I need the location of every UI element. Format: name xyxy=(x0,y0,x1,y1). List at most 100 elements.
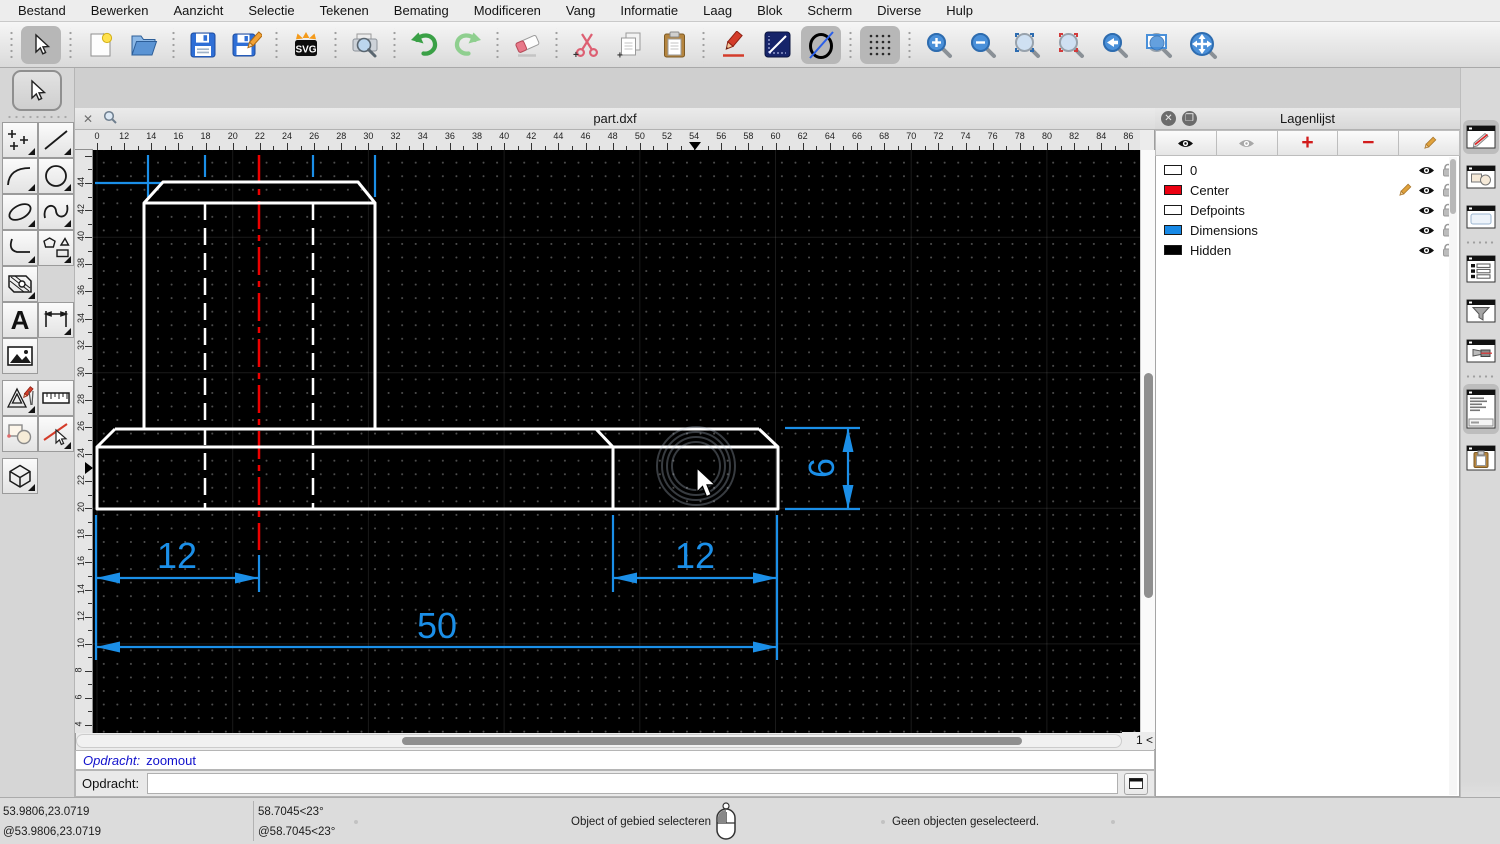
command-options-button[interactable] xyxy=(1124,772,1148,795)
ruler-label: 64 xyxy=(824,131,835,141)
edit-layer-button[interactable] xyxy=(1399,130,1460,156)
canvas-horizontal-scrollbar[interactable] xyxy=(76,734,1122,748)
order-tool-button[interactable] xyxy=(2,416,38,452)
layer-visibility-eye-icon[interactable] xyxy=(1415,185,1437,196)
zoom-window-button[interactable] xyxy=(1139,26,1179,64)
box3d-tool-button[interactable] xyxy=(2,458,38,494)
layer-color-swatch[interactable] xyxy=(1164,185,1182,195)
eraser-button[interactable] xyxy=(507,26,547,64)
layer-color-swatch[interactable] xyxy=(1164,165,1182,175)
hide-all-layers-button[interactable] xyxy=(1216,130,1278,156)
layer-list-scrollbar[interactable] xyxy=(1449,157,1457,795)
drawing-canvas[interactable]: 12 12 50 6 xyxy=(93,150,1140,733)
layer-visibility-eye-icon[interactable] xyxy=(1415,165,1437,176)
layer-row-defpoints[interactable]: Defpoints xyxy=(1156,200,1459,220)
draw-pencil-button[interactable] xyxy=(713,26,753,64)
vertical-scroll-thumb[interactable] xyxy=(1144,373,1153,598)
menu-modificeren[interactable]: Modificeren xyxy=(474,3,541,18)
command-window-toggle[interactable] xyxy=(1463,384,1499,434)
zoom-in-button[interactable] xyxy=(919,26,959,64)
zoom-out-button[interactable] xyxy=(963,26,1003,64)
paste-button[interactable] xyxy=(654,26,694,64)
layer-color-swatch[interactable] xyxy=(1164,205,1182,215)
toolbar-drag-handle[interactable] xyxy=(8,27,15,62)
polygon-tool-button[interactable] xyxy=(38,230,74,266)
polyline-tool-button[interactable] xyxy=(2,230,38,266)
save-as-button[interactable] xyxy=(227,26,267,64)
measure-tool-button[interactable] xyxy=(38,380,74,416)
layer-panel-titlebar[interactable]: ✕ ❐ Lagenlijst xyxy=(1155,108,1460,130)
horizontal-scroll-thumb[interactable] xyxy=(402,737,1022,745)
layer-visibility-eye-icon[interactable] xyxy=(1415,205,1437,216)
line-tool-button2[interactable] xyxy=(38,122,74,158)
light-window-toggle[interactable] xyxy=(1463,334,1499,368)
image-tool-button[interactable] xyxy=(2,338,38,374)
points-tool-button[interactable] xyxy=(2,122,38,158)
menu-bestand[interactable]: Bestand xyxy=(18,3,66,18)
menu-bemating[interactable]: Bemating xyxy=(394,3,449,18)
layer-visibility-eye-icon[interactable] xyxy=(1415,245,1437,256)
dimension-tool-button[interactable] xyxy=(38,302,74,338)
menu-scherm[interactable]: Scherm xyxy=(807,3,852,18)
new-file-button[interactable] xyxy=(80,26,120,64)
layer-color-swatch[interactable] xyxy=(1164,225,1182,235)
command-input[interactable] xyxy=(147,773,1118,794)
layer-list-window-toggle[interactable] xyxy=(1463,120,1499,154)
zoom-auto-button[interactable] xyxy=(1007,26,1047,64)
menu-diverse[interactable]: Diverse xyxy=(877,3,921,18)
palette-drag-handle[interactable] xyxy=(6,114,68,120)
menu-bewerken[interactable]: Bewerken xyxy=(91,3,149,18)
menu-vang[interactable]: Vang xyxy=(566,3,595,18)
layer-visibility-eye-icon[interactable] xyxy=(1415,225,1437,236)
line-tool-button[interactable] xyxy=(757,26,797,64)
text-tool-button[interactable]: A xyxy=(2,302,38,338)
menu-informatie[interactable]: Informatie xyxy=(620,3,678,18)
ruler-label: 30 xyxy=(76,366,87,377)
block-list-window-toggle[interactable] xyxy=(1463,160,1499,194)
svg-export-button[interactable]: SVG xyxy=(286,26,326,64)
layer-row-center[interactable]: Center xyxy=(1156,180,1459,200)
hatch-tool-button[interactable] xyxy=(2,266,38,302)
circle-tool-button2[interactable] xyxy=(38,158,74,194)
spline-tool-button[interactable] xyxy=(38,194,74,230)
canvas-vertical-scrollbar[interactable] xyxy=(1140,150,1155,733)
grid-toggle-button[interactable] xyxy=(860,25,900,64)
open-file-button[interactable] xyxy=(124,26,164,64)
remove-layer-button[interactable]: − xyxy=(1338,130,1400,156)
zoom-previous-button[interactable] xyxy=(1095,26,1135,64)
ruler-tick xyxy=(829,143,831,150)
layer-row-hidden[interactable]: Hidden xyxy=(1156,240,1459,260)
undo-button[interactable] xyxy=(404,26,444,64)
cut-button[interactable]: + xyxy=(566,26,606,64)
show-all-layers-button[interactable] xyxy=(1155,130,1217,156)
print-preview-button[interactable] xyxy=(345,26,385,64)
entity-list-window-toggle[interactable] xyxy=(1463,250,1499,288)
layer-list-scroll-thumb[interactable] xyxy=(1450,159,1456,214)
ellipse-tool-button[interactable] xyxy=(2,194,38,230)
zoom-pan-button[interactable] xyxy=(1183,26,1223,64)
menu-aanzicht[interactable]: Aanzicht xyxy=(174,3,224,18)
copy-button[interactable]: + xyxy=(610,26,650,64)
library-browser-window-toggle[interactable] xyxy=(1463,200,1499,234)
delete-select-tool-button[interactable] xyxy=(38,416,74,452)
modify-tool-button[interactable] xyxy=(2,380,38,416)
document-titlebar[interactable]: ✕ part.dxf xyxy=(75,108,1155,130)
layer-row-0[interactable]: 0 xyxy=(1156,160,1459,180)
arc-tool-button[interactable] xyxy=(2,158,38,194)
menu-tekenen[interactable]: Tekenen xyxy=(320,3,369,18)
layer-row-dimensions[interactable]: Dimensions xyxy=(1156,220,1459,240)
menu-blok[interactable]: Blok xyxy=(757,3,782,18)
menu-laag[interactable]: Laag xyxy=(703,3,732,18)
select-pointer-button[interactable] xyxy=(12,70,62,111)
circle-tool-button[interactable] xyxy=(801,25,841,64)
layer-color-swatch[interactable] xyxy=(1164,245,1182,255)
clipboard-window-toggle[interactable] xyxy=(1463,440,1499,476)
select-arrow-button[interactable] xyxy=(21,25,61,64)
redo-button[interactable] xyxy=(448,26,488,64)
add-layer-button[interactable]: + xyxy=(1277,130,1339,156)
save-button[interactable] xyxy=(183,26,223,64)
menu-hulp[interactable]: Hulp xyxy=(946,3,973,18)
menu-selectie[interactable]: Selectie xyxy=(248,3,294,18)
zoom-select-button[interactable] xyxy=(1051,26,1091,64)
filter-window-toggle[interactable] xyxy=(1463,294,1499,328)
